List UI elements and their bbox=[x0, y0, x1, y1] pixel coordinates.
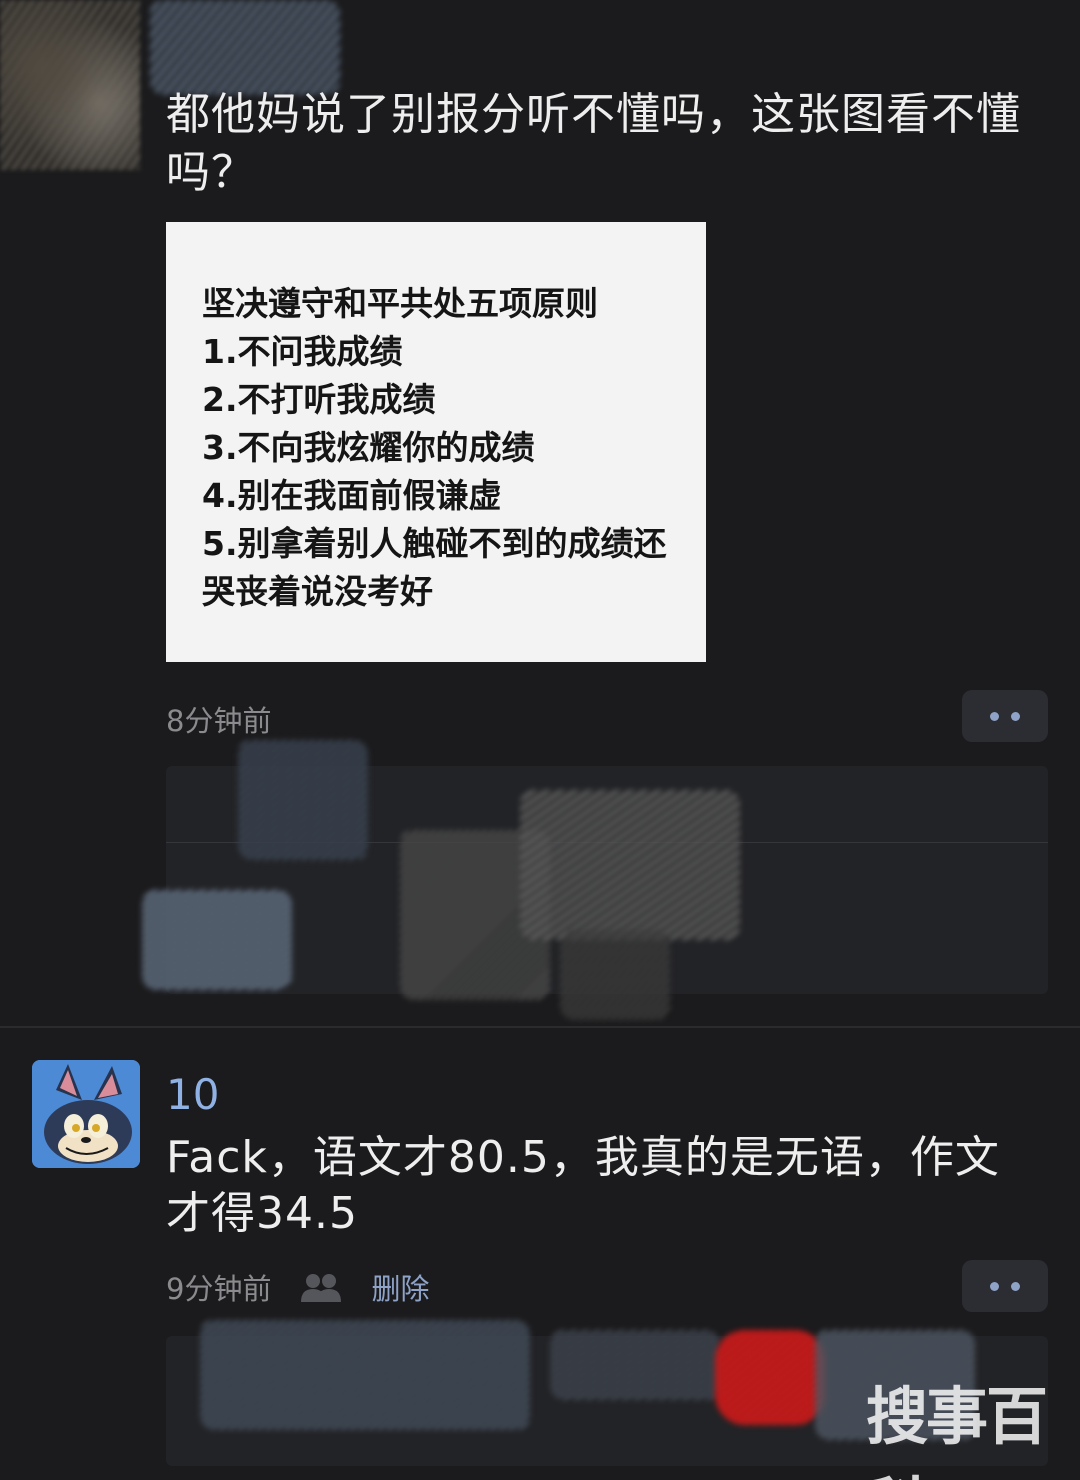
censored-content bbox=[520, 790, 740, 940]
image-line: 1.不问我成绩 bbox=[202, 332, 403, 371]
censored-content bbox=[715, 1330, 825, 1425]
post-text: 都他妈说了别报分听不懂吗，这张图看不懂吗？ bbox=[166, 89, 1021, 198]
watermark-logo: 搜事百科 bbox=[866, 1380, 1048, 1480]
censored-content bbox=[200, 1320, 530, 1430]
section-divider bbox=[0, 1026, 1080, 1028]
image-line: 4.别在我面前假谦虚 bbox=[202, 476, 502, 515]
image-title: 坚决遵守和平共处五项原则 bbox=[202, 284, 598, 323]
cartoon-cat-icon bbox=[32, 1060, 140, 1168]
post-time: 8分钟前 bbox=[166, 704, 272, 738]
username[interactable]: 10 bbox=[166, 1070, 219, 1119]
moments-page: 都他妈说了别报分听不懂吗，这张图看不懂吗？ 坚决遵守和平共处五项原则 1.不问我… bbox=[0, 0, 1080, 1480]
censored-content bbox=[142, 890, 292, 990]
people-icon bbox=[299, 1272, 343, 1302]
avatar[interactable] bbox=[32, 1060, 140, 1168]
censored-content bbox=[238, 740, 368, 860]
image-line: 3.不向我炫耀你的成绩 bbox=[202, 428, 535, 467]
post-time: 9分钟前 bbox=[166, 1272, 272, 1306]
image-line: 2.不打听我成绩 bbox=[202, 380, 436, 419]
delete-button[interactable]: 删除 bbox=[371, 1266, 429, 1308]
more-dots-icon[interactable] bbox=[962, 1260, 1048, 1312]
post-text: Fack，语文才80.5，我真的是无语，作文才得34.5 bbox=[166, 1132, 1000, 1239]
image-line: 5.别拿着别人触碰不到的成绩还哭丧着说没考好 bbox=[202, 524, 667, 611]
post-image[interactable]: 坚决遵守和平共处五项原则 1.不问我成绩 2.不打听我成绩 3.不向我炫耀你的成… bbox=[166, 222, 706, 662]
censored-content bbox=[550, 1330, 720, 1400]
more-dots-icon[interactable] bbox=[962, 690, 1048, 742]
post-meta: 9分钟前 删除 bbox=[166, 1266, 429, 1308]
censored-content bbox=[560, 930, 670, 1020]
blurred-avatar bbox=[0, 0, 140, 170]
censored-username bbox=[150, 0, 340, 95]
